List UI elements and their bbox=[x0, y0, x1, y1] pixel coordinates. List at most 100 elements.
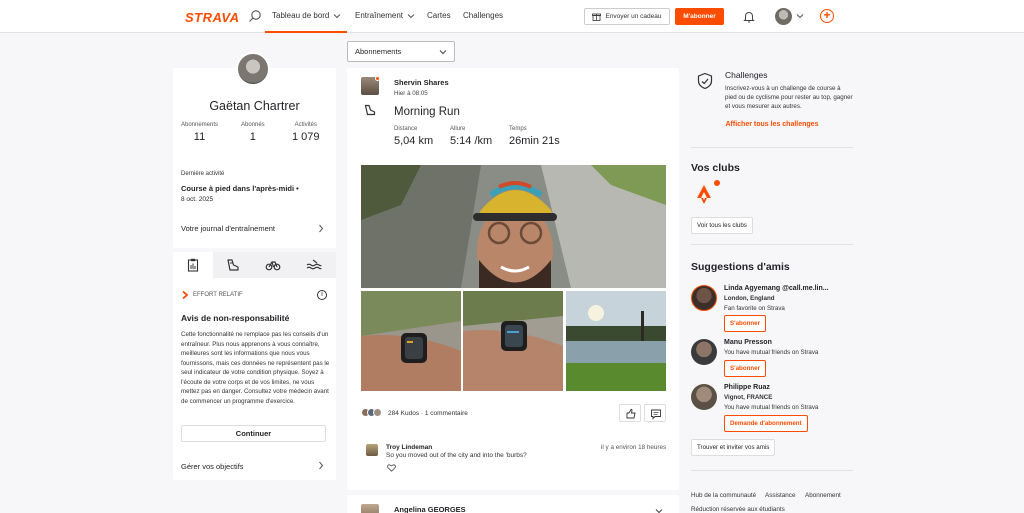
chevron-down-icon[interactable] bbox=[796, 13, 804, 19]
comment-avatar[interactable] bbox=[366, 444, 378, 456]
friend-suggestions-title: Suggestions d'amis bbox=[691, 261, 790, 273]
activity-photo-lake[interactable] bbox=[566, 291, 666, 391]
find-invite-friends-button[interactable]: Trouver et inviter vos amis bbox=[691, 439, 776, 456]
activity-photo-watch-2[interactable] bbox=[463, 291, 563, 391]
footer-link-student[interactable]: Réduction réservée aux étudiants bbox=[691, 506, 785, 513]
stat-following[interactable]: Abonnements 11 bbox=[181, 122, 218, 143]
metric-value: 26min 21s bbox=[509, 135, 560, 147]
run-shoe-icon bbox=[364, 104, 376, 116]
feed-filter-select[interactable]: Abonnements bbox=[347, 41, 455, 62]
friend-name[interactable]: Linda Agyemang @call.me.lin... bbox=[724, 285, 829, 292]
footer-link-community[interactable]: Hub de la communauté bbox=[691, 492, 756, 499]
chevron-right-icon[interactable] bbox=[318, 461, 324, 470]
shoe-icon[interactable] bbox=[225, 257, 241, 273]
friend-avatar[interactable] bbox=[691, 285, 717, 311]
profile-card bbox=[173, 68, 336, 248]
comment-icon bbox=[651, 409, 661, 420]
follow-button[interactable]: S'abonner bbox=[724, 315, 767, 332]
subscribe-button[interactable]: M'abonner bbox=[675, 8, 724, 25]
view-all-challenges-link[interactable]: Afficher tous les challenges bbox=[691, 121, 853, 128]
activity-photo-main[interactable] bbox=[361, 165, 666, 288]
club-logo-icon[interactable] bbox=[695, 184, 713, 206]
footer-link-support[interactable]: Assistance bbox=[765, 492, 795, 499]
nav-dashboard[interactable]: Tableau de bord bbox=[272, 11, 341, 20]
activity-title[interactable]: Morning Run bbox=[394, 106, 460, 118]
divider bbox=[691, 147, 853, 148]
friend-note: You have mutual friends on Strava bbox=[724, 349, 819, 356]
follow-button[interactable]: S'abonner bbox=[724, 360, 767, 377]
thumbs-up-icon bbox=[626, 408, 636, 419]
manage-goals-link[interactable]: Gérer vos objectifs bbox=[181, 462, 244, 471]
give-kudos-button[interactable] bbox=[619, 404, 641, 422]
bike-icon[interactable] bbox=[265, 257, 281, 273]
stat-value: 11 bbox=[193, 131, 206, 143]
send-gift-label: Envoyer un cadeau bbox=[605, 13, 662, 20]
bell-icon[interactable] bbox=[743, 10, 755, 23]
kudos-count[interactable]: 284 Kudos · 1 commentaire bbox=[388, 410, 468, 417]
metric-value: 5,04 km bbox=[394, 135, 434, 147]
friend-note: You have mutual friends on Strava bbox=[724, 404, 819, 411]
divider bbox=[691, 244, 853, 245]
nav-challenges-label: Challenges bbox=[463, 11, 504, 20]
comment-time: il y a environ 18 heures bbox=[601, 444, 667, 451]
challenge-shield-icon bbox=[697, 72, 713, 90]
friend-name[interactable]: Philippe Ruaz bbox=[724, 384, 770, 391]
strava-logo[interactable]: STRAVA bbox=[185, 10, 240, 25]
info-icon[interactable]: i bbox=[317, 290, 327, 300]
activity-photo-watch-1[interactable] bbox=[361, 291, 461, 391]
stat-label: Abonnés bbox=[241, 122, 265, 128]
challenges-description: Inscrivez-vous à un challenge de course … bbox=[725, 85, 853, 110]
profile-avatar[interactable] bbox=[236, 52, 270, 86]
stat-activities[interactable]: Activités 1 079 bbox=[292, 122, 320, 143]
comment-button[interactable] bbox=[644, 404, 666, 422]
user-avatar[interactable] bbox=[775, 8, 792, 25]
metric-label: Distance bbox=[394, 126, 418, 132]
challenges-title: Challenges bbox=[725, 70, 768, 80]
subscriber-badge bbox=[375, 76, 380, 81]
nav-challenges[interactable]: Challenges bbox=[463, 11, 503, 20]
comment-author[interactable]: Troy Lindeman bbox=[386, 444, 432, 451]
nav-maps[interactable]: Cartes bbox=[427, 11, 451, 20]
athlete-name[interactable]: Angelina GEORGES bbox=[394, 505, 466, 513]
swim-icon[interactable] bbox=[306, 257, 322, 273]
stat-label: Activités bbox=[294, 122, 317, 128]
athlete-name[interactable]: Shervin Shares bbox=[394, 78, 449, 87]
metric-time: Temps 26min 21s bbox=[509, 126, 560, 147]
request-follow-button[interactable]: Demande d'abonnement bbox=[724, 415, 808, 432]
chevron-down-icon bbox=[407, 13, 415, 18]
nav-active-indicator bbox=[265, 31, 347, 33]
training-journal-link[interactable]: Votre journal d'entraînement bbox=[181, 224, 275, 233]
view-all-clubs-button[interactable]: Voir tous les clubs bbox=[691, 217, 753, 234]
chevron-down-icon bbox=[439, 49, 447, 54]
kudos-avatars[interactable] bbox=[361, 408, 385, 419]
search-icon[interactable] bbox=[248, 9, 262, 23]
feed-filter-value: Abonnements bbox=[355, 47, 402, 56]
metric-label: Temps bbox=[509, 126, 527, 132]
friend-name[interactable]: Manu Presson bbox=[724, 339, 772, 346]
relative-effort-header: EFFORT RELATIF bbox=[182, 291, 243, 299]
clipboard-icon[interactable] bbox=[185, 257, 201, 273]
chevron-right-icon[interactable] bbox=[318, 224, 324, 233]
last-activity-date: 8 oct. 2025 bbox=[181, 196, 214, 203]
heart-icon[interactable] bbox=[387, 464, 396, 472]
chevron-down-icon[interactable] bbox=[655, 508, 663, 513]
metric-distance: Distance 5,04 km bbox=[394, 126, 433, 147]
nav-dashboard-label: Tableau de bord bbox=[272, 11, 330, 20]
profile-name[interactable]: Gaëtan Chartrer bbox=[173, 99, 336, 113]
nav-training[interactable]: Entraînement bbox=[355, 11, 415, 20]
add-activity-plus-icon[interactable]: + bbox=[820, 9, 834, 23]
last-activity-title[interactable]: Course à pied dans l'après-midi • bbox=[181, 184, 299, 193]
send-gift-button[interactable]: Envoyer un cadeau bbox=[584, 8, 670, 25]
footer-link-subscription[interactable]: Abonnement bbox=[805, 492, 841, 499]
continue-button[interactable]: Continuer bbox=[181, 425, 326, 442]
athlete-avatar[interactable] bbox=[361, 504, 379, 513]
friend-avatar[interactable] bbox=[691, 339, 717, 365]
stat-followers[interactable]: Abonnés 1 bbox=[241, 122, 265, 143]
gift-icon bbox=[592, 13, 602, 21]
chevron-down-icon bbox=[334, 13, 341, 18]
stat-value: 1 079 bbox=[292, 131, 320, 143]
friend-location: Vignot, FRANCE bbox=[724, 394, 773, 401]
friend-avatar[interactable] bbox=[691, 384, 717, 410]
metric-pace: Allure 5:14 /km bbox=[450, 126, 492, 147]
club-badge bbox=[714, 180, 720, 186]
